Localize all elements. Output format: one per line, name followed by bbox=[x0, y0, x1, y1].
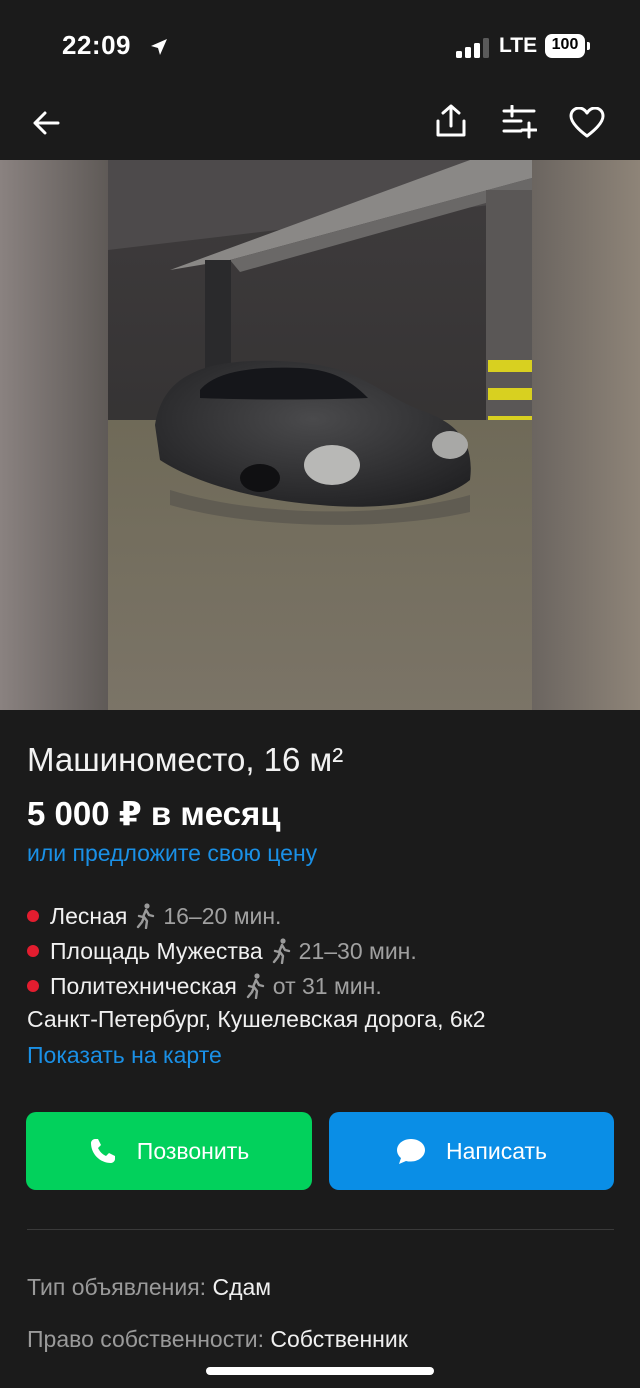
metro-line-dot bbox=[27, 910, 39, 922]
chat-bubble-icon bbox=[396, 1139, 425, 1164]
param-value: Сдам bbox=[212, 1274, 272, 1300]
back-arrow-icon bbox=[33, 111, 60, 135]
offer-price-link[interactable]: или предложите свою цену bbox=[27, 840, 317, 867]
share-button[interactable] bbox=[431, 101, 471, 141]
compare-button[interactable] bbox=[499, 102, 539, 142]
metro-line-dot bbox=[27, 980, 39, 992]
metro-walk-time: от 31 мин. bbox=[272, 972, 382, 999]
heart-icon bbox=[569, 107, 605, 138]
metro-station-name: Площадь Мужества bbox=[50, 937, 263, 964]
favorite-button[interactable] bbox=[567, 103, 607, 143]
listing-photo[interactable] bbox=[0, 160, 640, 710]
listing-price: 5 000 ₽ в месяц bbox=[27, 795, 281, 832]
call-button[interactable]: Позвонить bbox=[26, 1112, 312, 1190]
metro-station-name: Политехническая bbox=[50, 972, 237, 999]
divider bbox=[27, 1229, 614, 1230]
param-key: Право собственности: bbox=[27, 1326, 264, 1352]
compare-list-icon bbox=[502, 105, 537, 139]
walking-person-icon bbox=[272, 938, 290, 964]
listing-title: Машиноместо, 16 м² bbox=[27, 741, 344, 778]
param-listing-type: Тип объявления: Сдам bbox=[27, 1274, 271, 1301]
back-button[interactable] bbox=[26, 103, 66, 143]
param-value: Собственник bbox=[270, 1326, 408, 1352]
status-time: 22:09 bbox=[62, 30, 131, 60]
metro-walk-time: 16–20 мин. bbox=[163, 902, 282, 929]
show-on-map-link[interactable]: Показать на карте bbox=[27, 1042, 222, 1069]
message-button[interactable]: Написать bbox=[329, 1112, 614, 1190]
metro-station: Политехническая от 31 мин. bbox=[27, 970, 382, 1002]
network-label: LTE bbox=[499, 34, 538, 57]
param-ownership: Право собственности: Собственник bbox=[27, 1326, 408, 1353]
address: Санкт-Петербург, Кушелевская дорога, 6к2 bbox=[27, 1006, 486, 1032]
battery-level: 100 bbox=[551, 36, 579, 53]
metro-station: Лесная 16–20 мин. bbox=[27, 900, 281, 932]
home-indicator[interactable] bbox=[206, 1367, 434, 1375]
call-button-label: Позвонить bbox=[136, 1137, 250, 1164]
metro-station: Площадь Мужества 21–30 мин. bbox=[27, 935, 417, 967]
metro-station-name: Лесная bbox=[50, 902, 128, 929]
metro-line-dot bbox=[27, 945, 39, 957]
param-key: Тип объявления: bbox=[27, 1274, 207, 1300]
signal-icon bbox=[456, 38, 489, 58]
phone-icon bbox=[90, 1139, 115, 1163]
location-arrow-icon bbox=[151, 39, 167, 55]
walking-person-icon bbox=[246, 973, 264, 999]
metro-walk-time: 21–30 мин. bbox=[298, 937, 417, 964]
share-icon bbox=[436, 104, 466, 137]
battery-icon: 100 bbox=[545, 34, 591, 58]
message-button-label: Написать bbox=[445, 1137, 547, 1164]
flooded-garage-car-image bbox=[0, 160, 640, 710]
walking-person-icon bbox=[137, 903, 155, 929]
